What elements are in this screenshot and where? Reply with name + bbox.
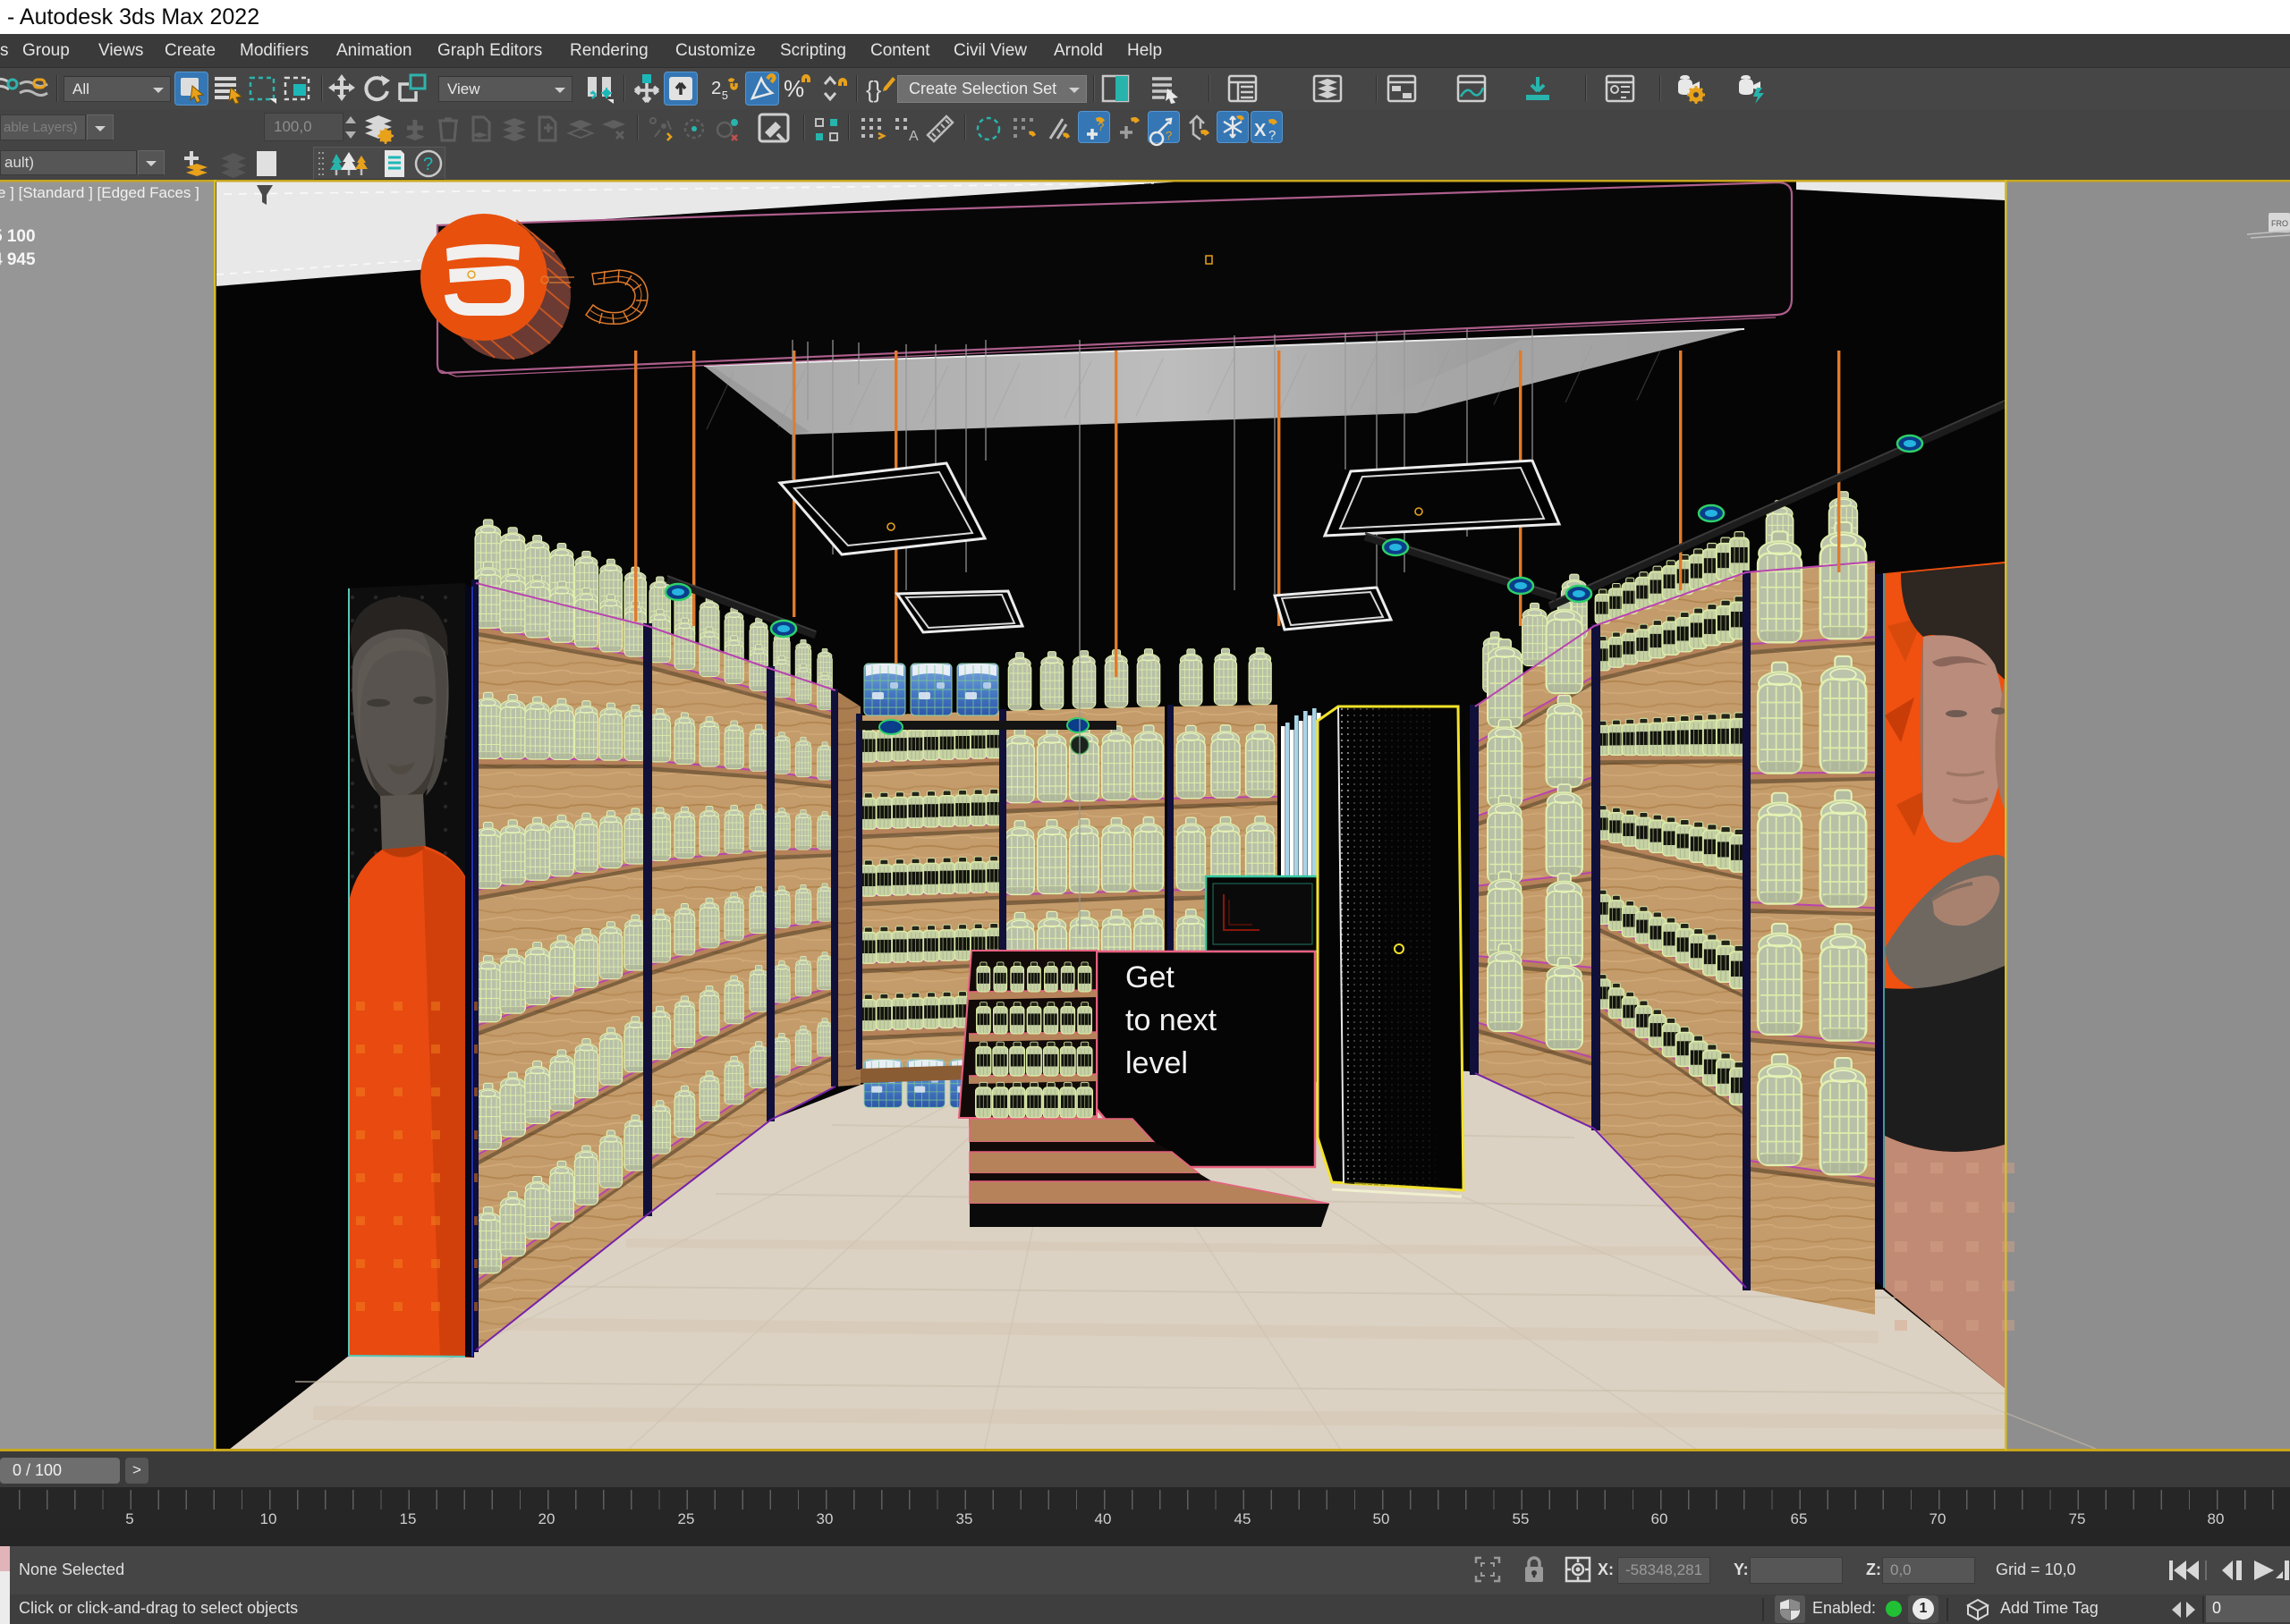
svg-text:%: % — [784, 75, 804, 102]
svg-text:FRO: FRO — [2271, 219, 2288, 228]
svg-text:?: ? — [1268, 128, 1276, 143]
svg-text:?: ? — [1098, 120, 1104, 133]
svg-text:2: 2 — [711, 79, 721, 98]
svg-text:Get: Get — [1125, 960, 1175, 994]
svg-text:?: ? — [423, 155, 433, 174]
svg-text:A: A — [909, 129, 919, 144]
svg-text:?: ? — [1166, 129, 1172, 142]
svg-text:X: X — [1254, 121, 1267, 140]
svg-text:to next: to next — [1125, 1003, 1217, 1037]
svg-text:level: level — [1125, 1046, 1188, 1080]
svg-text:l: l — [0, 204, 1, 223]
svg-text:5 100: 5 100 — [0, 227, 36, 246]
svg-text:tive ] [Standard ] [Edged Fa: tive ] [Standard ] [Edged Faces ] — [0, 184, 199, 201]
svg-text:4 945: 4 945 — [0, 250, 36, 269]
svg-text:{}: {} — [866, 76, 882, 103]
svg-text:5: 5 — [722, 89, 728, 102]
